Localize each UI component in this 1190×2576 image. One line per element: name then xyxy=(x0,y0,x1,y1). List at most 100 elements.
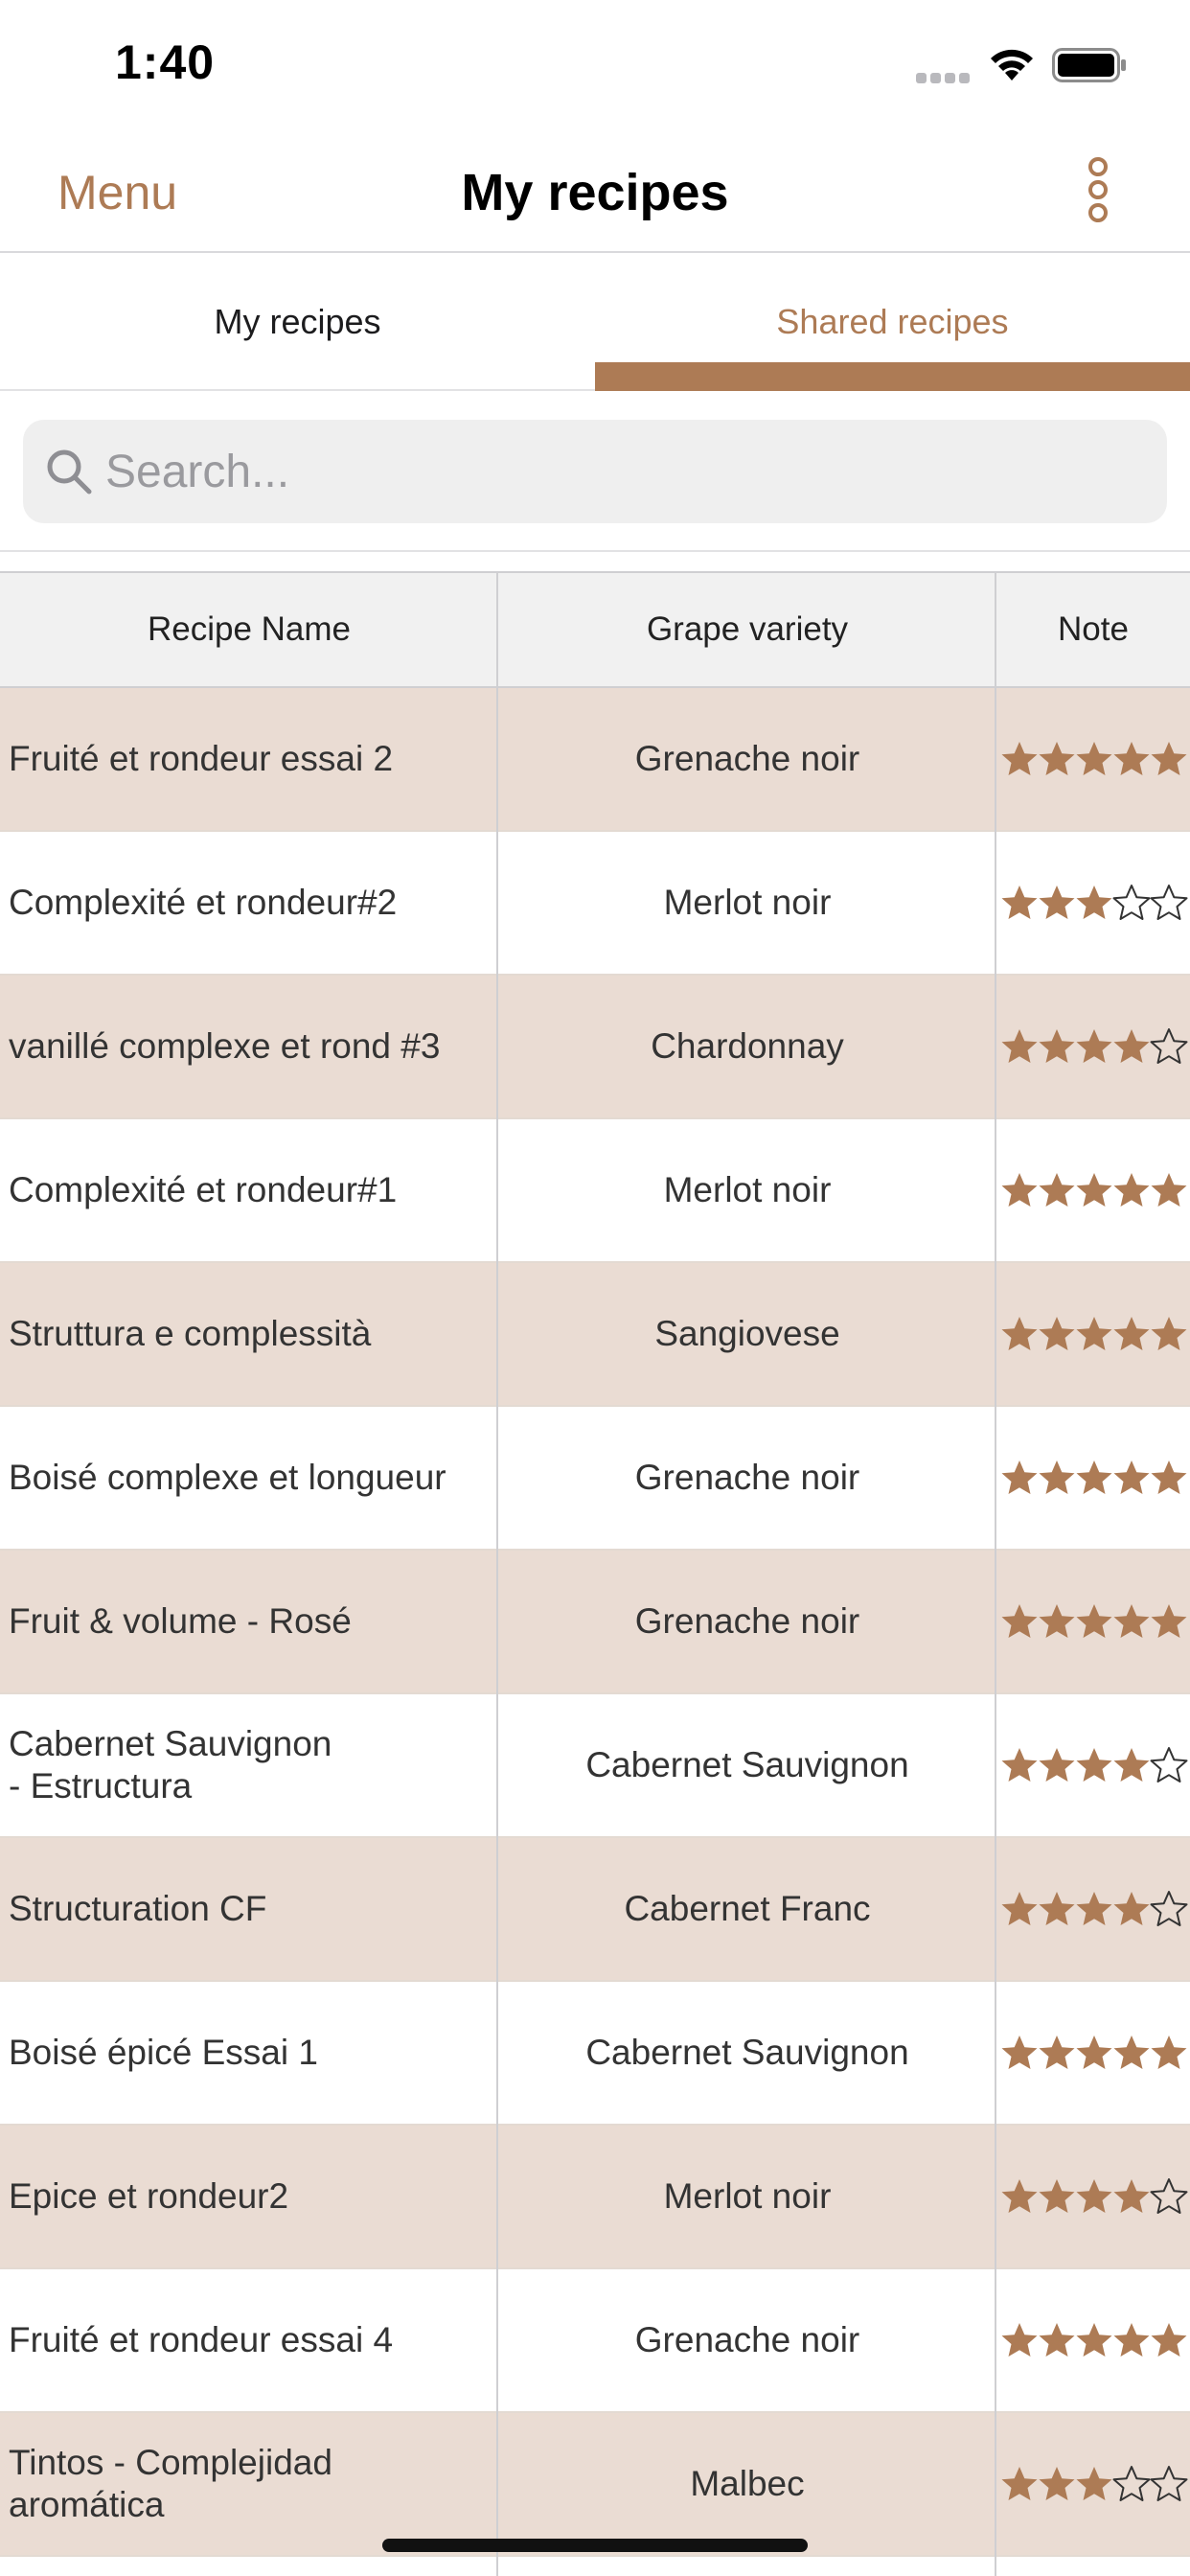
star-filled-icon xyxy=(1113,1173,1150,1207)
star-filled-icon xyxy=(1113,1317,1150,1350)
recipe-name-cell: Fruit & volume - Rosé xyxy=(9,1601,352,1641)
table-row[interactable]: Struttura e complessità Sangiovese xyxy=(0,1263,1190,1407)
table-row[interactable]: Cabernet Sauvignon - Estructura Cabernet … xyxy=(0,1694,1190,1838)
star-filled-icon xyxy=(1076,2036,1112,2069)
rating-cell xyxy=(996,2126,1190,2267)
recipe-name-cell: Cabernet Sauvignon - Estructura xyxy=(9,1724,332,1806)
column-header-grape-variety[interactable]: Grape variety xyxy=(498,573,996,686)
table-row[interactable]: Fruité et rondeur essai 4 Grenache noir xyxy=(0,2269,1190,2413)
rating-cell xyxy=(996,1838,1190,1980)
table-row[interactable]: Boisé épicé Essai 1 Cabernet Sauvignon xyxy=(0,1982,1190,2126)
star-filled-icon xyxy=(1001,886,1038,919)
star-filled-icon xyxy=(1076,1748,1112,1782)
recipe-name-cell: Tintos - Complejidad aromática xyxy=(9,2443,332,2524)
star-filled-icon xyxy=(1076,1029,1112,1063)
search-icon xyxy=(47,449,92,494)
star-filled-icon xyxy=(1076,2179,1112,2213)
grape-variety-cell: Merlot noir xyxy=(663,2176,832,2216)
table-header: Recipe Name Grape variety Note xyxy=(0,573,1190,688)
tab-my-recipes[interactable]: My recipes xyxy=(0,255,595,389)
star-empty-icon xyxy=(1112,885,1151,920)
star-filled-icon xyxy=(1001,2467,1038,2500)
star-filled-icon xyxy=(1076,1460,1112,1494)
table-row[interactable]: Fruité et rondeur essai 2 Grenache noir xyxy=(0,688,1190,832)
star-filled-icon xyxy=(1039,1604,1075,1638)
star-filled-icon xyxy=(1151,1173,1187,1207)
star-empty-icon xyxy=(1150,2466,1188,2501)
cellular-signal-icon xyxy=(916,73,972,84)
table-row[interactable]: vanillé complexe et rond #3 Chardonnay xyxy=(0,976,1190,1119)
wifi-icon xyxy=(991,49,1033,80)
rating-cell xyxy=(996,976,1190,1117)
star-filled-icon xyxy=(1039,1892,1075,1925)
rating-cell xyxy=(996,1119,1190,1261)
star-filled-icon xyxy=(1039,1173,1075,1207)
grape-variety-cell: Cabernet Sauvignon xyxy=(585,1745,909,1784)
rating-cell xyxy=(996,1407,1190,1549)
star-filled-icon xyxy=(1001,1029,1038,1063)
star-filled-icon xyxy=(1113,742,1150,775)
star-filled-icon xyxy=(1113,1604,1150,1638)
star-filled-icon xyxy=(1113,1748,1150,1782)
star-filled-icon xyxy=(1001,2036,1038,2069)
star-filled-icon xyxy=(1001,1460,1038,1494)
grape-variety-cell: Grenache noir xyxy=(634,1458,860,1497)
star-filled-icon xyxy=(1039,742,1075,775)
recipe-name-cell: Struttura e complessità xyxy=(9,1314,372,1353)
table-body: Fruité et rondeur essai 2 Grenache noir Co… xyxy=(0,688,1190,2557)
search-input[interactable] xyxy=(105,420,1140,523)
star-filled-icon xyxy=(1113,1029,1150,1063)
star-filled-icon xyxy=(1076,2467,1112,2500)
table-row[interactable]: Epice et rondeur2 Merlot noir xyxy=(0,2126,1190,2269)
recipe-name-cell: Boisé épicé Essai 1 xyxy=(9,2033,318,2072)
table-row[interactable]: Complexité et rondeur#2 Merlot noir xyxy=(0,832,1190,976)
star-filled-icon xyxy=(1151,1317,1187,1350)
table-row[interactable]: Fruit & volume - Rosé Grenache noir xyxy=(0,1551,1190,1694)
grape-variety-cell: Merlot noir xyxy=(663,883,832,922)
star-filled-icon xyxy=(1113,2179,1150,2213)
star-filled-icon xyxy=(1113,2036,1150,2069)
rating-cell xyxy=(996,832,1190,974)
star-filled-icon xyxy=(1076,1892,1112,1925)
star-filled-icon xyxy=(1113,2323,1150,2357)
grape-variety-cell: Merlot noir xyxy=(663,1170,832,1209)
app-screen: 1:40 Menu My recipes My recipes Shared r… xyxy=(0,0,1190,2576)
star-filled-icon xyxy=(1039,1029,1075,1063)
grape-variety-cell: Grenache noir xyxy=(634,2320,860,2359)
recipe-name-cell: Complexité et rondeur#2 xyxy=(9,883,398,922)
grape-variety-cell: Grenache noir xyxy=(634,739,860,778)
grape-variety-cell: Cabernet Franc xyxy=(624,1889,871,1928)
grape-variety-cell: Chardonnay xyxy=(651,1026,844,1066)
star-filled-icon xyxy=(1076,2323,1112,2357)
column-header-recipe-name[interactable]: Recipe Name xyxy=(0,573,498,686)
column-header-note[interactable]: Note xyxy=(996,573,1190,686)
star-filled-icon xyxy=(1076,1173,1112,1207)
search-field[interactable] xyxy=(23,420,1167,523)
page-title: My recipes xyxy=(461,164,729,221)
star-empty-icon xyxy=(1150,1028,1188,1064)
recipe-name-cell: Boisé complexe et longueur xyxy=(9,1458,446,1497)
recipes-table: Recipe Name Grape variety Note Fruité et… xyxy=(0,571,1190,2576)
grape-variety-cell: Malbec xyxy=(690,2464,805,2503)
table-row[interactable]: Structuration CF Cabernet Franc xyxy=(0,1838,1190,1982)
table-row[interactable]: Boisé complexe et longueur Grenache noir xyxy=(0,1407,1190,1551)
vertical-dots-icon[interactable] xyxy=(1081,155,1115,224)
star-filled-icon xyxy=(1039,2323,1075,2357)
recipe-name-cell: Fruité et rondeur essai 2 xyxy=(9,739,394,778)
star-filled-icon xyxy=(1001,1604,1038,1638)
star-filled-icon xyxy=(1039,2179,1075,2213)
table-row[interactable]: Complexité et rondeur#1 Merlot noir xyxy=(0,1119,1190,1263)
star-filled-icon xyxy=(1039,1748,1075,1782)
star-filled-icon xyxy=(1039,1317,1075,1350)
star-empty-icon xyxy=(1150,885,1188,920)
recipe-name-cell: vanillé complexe et rond #3 xyxy=(9,1026,441,1066)
recipe-name-cell: Epice et rondeur2 xyxy=(9,2176,289,2216)
star-filled-icon xyxy=(1076,1604,1112,1638)
status-bar: 1:40 xyxy=(0,0,1190,126)
star-filled-icon xyxy=(1076,886,1112,919)
star-filled-icon xyxy=(1001,1173,1038,1207)
table-row[interactable]: Tintos - Complejidad aromática Malbec xyxy=(0,2413,1190,2557)
star-filled-icon xyxy=(1151,2036,1187,2069)
star-filled-icon xyxy=(1113,1892,1150,1925)
column-divider xyxy=(496,573,498,2576)
